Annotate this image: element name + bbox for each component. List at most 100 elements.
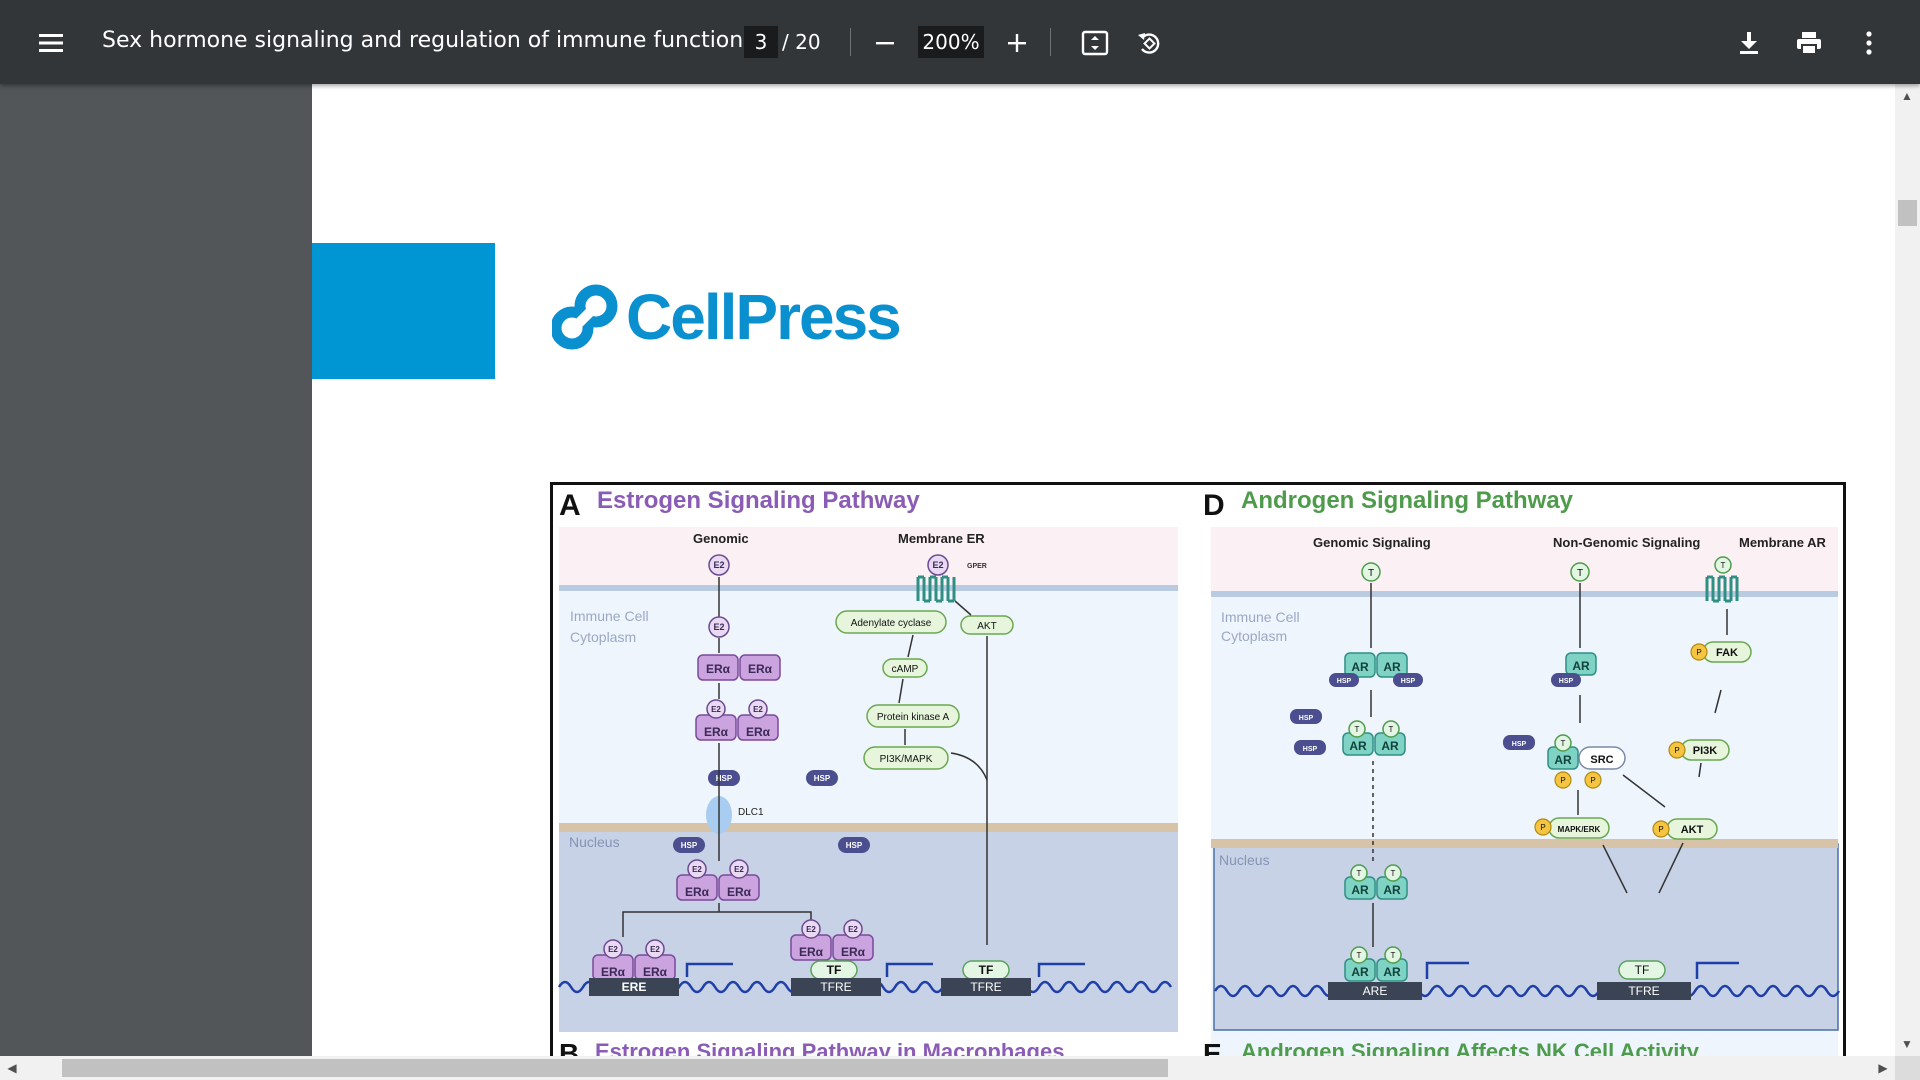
tfre-label: TFRE xyxy=(820,980,851,994)
cellpress-logo: CellPress xyxy=(552,277,902,357)
panel-a-cytoplasm-label: Immune Cell xyxy=(570,608,649,624)
camp-label: cAMP xyxy=(892,664,919,675)
ar-label: AR xyxy=(1383,965,1401,979)
panel-a-membrane xyxy=(559,585,1178,591)
are-label: ARE xyxy=(1363,984,1388,998)
e2-label: E2 xyxy=(711,705,721,714)
pdf-toolbar: Sex hormone signaling and regulation of … xyxy=(0,0,1920,84)
fit-page-icon[interactable] xyxy=(1078,26,1112,60)
vertical-scrollbar[interactable] xyxy=(1895,84,1920,1056)
vertical-scroll-thumb[interactable] xyxy=(1898,200,1917,226)
menu-icon[interactable] xyxy=(34,26,68,60)
more-options-icon[interactable] xyxy=(1852,26,1886,60)
panel-d-membrane-label: Membrane AR xyxy=(1739,535,1827,550)
hsp-label: HSP xyxy=(1303,746,1318,753)
panel-d: D Androgen Signaling Pathway Genomic Sig… xyxy=(1203,487,1841,1056)
panel-d-nucleus-label: Nucleus xyxy=(1219,852,1270,868)
adenylate-cyclase-label: Adenylate cyclase xyxy=(851,618,932,629)
rotate-icon[interactable] xyxy=(1132,26,1166,60)
e2-label: E2 xyxy=(753,705,763,714)
era-label: ERα xyxy=(841,945,866,959)
hsp-label: HSP xyxy=(1337,678,1352,685)
era-label: ERα xyxy=(706,662,731,676)
t-label: T xyxy=(1368,568,1374,579)
era-label: ERα xyxy=(643,965,668,979)
figure-panel: A Estrogen Signaling Pathway Genomic Mem… xyxy=(550,482,1846,1056)
ar-label: AR xyxy=(1383,883,1401,897)
panel-d-title: Androgen Signaling Pathway xyxy=(1241,487,1574,514)
mapk-erk-label: MAPK/ERK xyxy=(1558,825,1601,834)
ar-label: AR xyxy=(1351,883,1369,897)
era-label: ERα xyxy=(799,945,824,959)
panel-b-title: Estrogen Signaling Pathway in Macrophage… xyxy=(595,1039,1064,1056)
t-label: T xyxy=(1355,725,1360,734)
era-label: ERα xyxy=(704,725,729,739)
t-label: T xyxy=(1391,951,1396,960)
panel-d-genomic-label: Genomic Signaling xyxy=(1313,535,1431,550)
era-label: ERα xyxy=(727,885,752,899)
panel-a-letter: A xyxy=(559,489,581,522)
scroll-left-icon[interactable]: ◀ xyxy=(2,1058,22,1078)
ar-label: AR xyxy=(1554,753,1572,767)
e2-label: E2 xyxy=(608,945,618,954)
tf-label: TF xyxy=(1635,963,1650,977)
hsp-label: HSP xyxy=(814,774,831,783)
tfre-label: TFRE xyxy=(970,980,1001,994)
scroll-up-icon[interactable]: ▲ xyxy=(1897,86,1917,106)
cellpress-color-block xyxy=(312,243,495,379)
e2-label: E2 xyxy=(713,622,724,632)
hsp-label: HSP xyxy=(1559,678,1574,685)
hsp-label: HSP xyxy=(1512,741,1527,748)
p-label: P xyxy=(1696,648,1701,657)
panel-d-cytoplasm-label: Cytoplasm xyxy=(1221,628,1287,644)
e2-label: E2 xyxy=(848,925,858,934)
hsp-label: HSP xyxy=(846,841,863,850)
src-label: SRC xyxy=(1590,754,1613,766)
panel-d-nucleus-area xyxy=(1213,843,1839,1031)
t-label: T xyxy=(1391,869,1396,878)
era-label: ERα xyxy=(746,725,771,739)
scrollbar-corner xyxy=(1895,1056,1920,1080)
print-icon[interactable] xyxy=(1792,26,1826,60)
panel-a-cytoplasm-label: Cytoplasm xyxy=(570,629,636,645)
hsp-label: HSP xyxy=(1401,678,1416,685)
protein-kinase-label: Protein kinase A xyxy=(877,712,950,723)
scroll-down-icon[interactable]: ▼ xyxy=(1897,1034,1917,1054)
e2-label: E2 xyxy=(932,560,943,570)
download-icon[interactable] xyxy=(1732,26,1766,60)
pdf-page: CellPress A Estrogen Signaling Pathway G… xyxy=(312,84,1895,1056)
scroll-right-icon[interactable]: ▶ xyxy=(1873,1058,1893,1078)
toolbar-divider xyxy=(1050,28,1051,56)
fak-label: FAK xyxy=(1716,647,1738,659)
p-label: P xyxy=(1540,823,1545,832)
ar-label: AR xyxy=(1572,659,1590,673)
tf-label: TF xyxy=(979,963,994,977)
zoom-out-icon[interactable] xyxy=(868,26,902,60)
zoom-in-icon[interactable] xyxy=(1000,26,1034,60)
pi3k-label: PI3K xyxy=(1693,745,1718,757)
panel-a-nucleus-label: Nucleus xyxy=(569,834,620,850)
e2-label: E2 xyxy=(734,865,744,874)
e2-label: E2 xyxy=(713,560,724,570)
ere-label: ERE xyxy=(622,980,647,994)
document-title: Sex hormone signaling and regulation of … xyxy=(102,28,744,53)
tf-label: TF xyxy=(827,963,842,977)
panel-e-title: Androgen Signaling Affects NK Cell Activ… xyxy=(1241,1039,1700,1056)
e2-label: E2 xyxy=(650,945,660,954)
p-label: P xyxy=(1590,776,1595,785)
logo-text: CellPress xyxy=(626,281,902,353)
e2-label: E2 xyxy=(692,865,702,874)
panel-a-genomic-label: Genomic xyxy=(693,531,749,546)
gper-label: GPER xyxy=(967,563,987,570)
ar-label: AR xyxy=(1349,739,1367,753)
p-label: P xyxy=(1658,825,1663,834)
ar-label: AR xyxy=(1351,660,1369,674)
horizontal-scroll-thumb[interactable] xyxy=(62,1059,1168,1077)
panel-d-letter: D xyxy=(1203,489,1225,522)
p-label: P xyxy=(1560,776,1565,785)
zoom-level-input[interactable]: 200% xyxy=(918,26,984,58)
page-number-input[interactable]: 3 xyxy=(744,26,778,58)
dlc1-label: DLC1 xyxy=(738,807,764,818)
panel-d-nuclear-membrane xyxy=(1211,839,1838,848)
hsp-label: HSP xyxy=(1299,715,1314,722)
